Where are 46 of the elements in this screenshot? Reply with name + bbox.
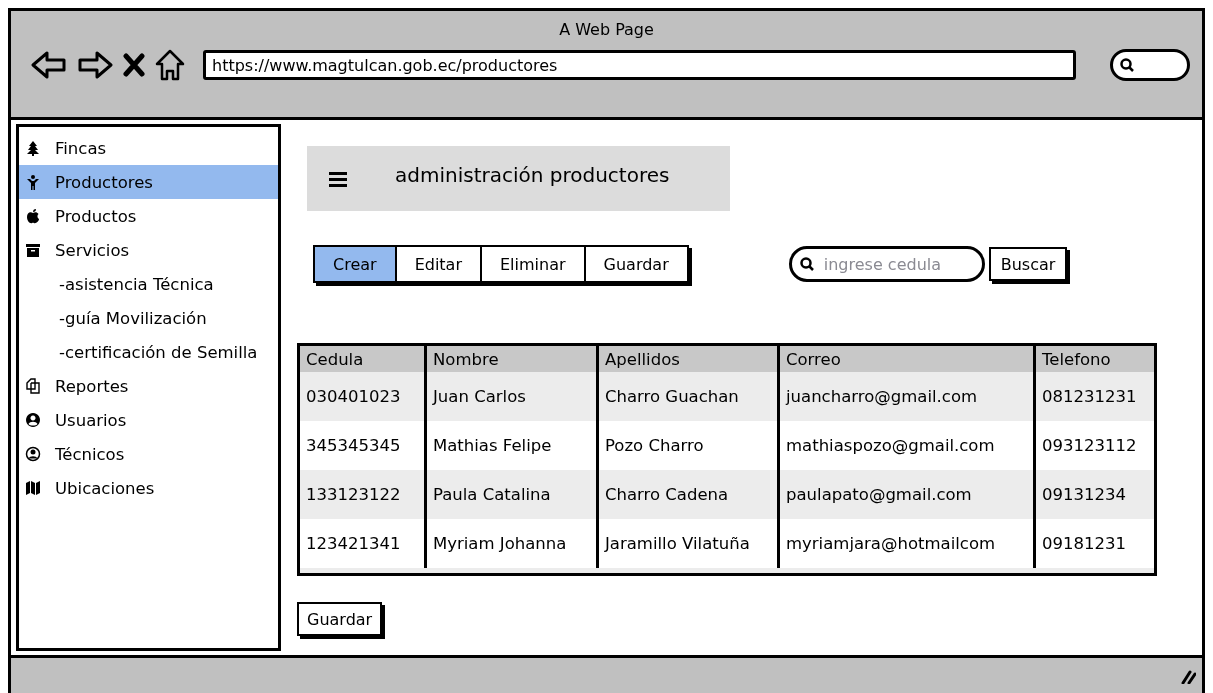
table-cell-text: 09131234: [1041, 484, 1127, 506]
documents-icon: [25, 378, 41, 394]
save-button[interactable]: Guardar: [297, 602, 383, 636]
table-cell: Charro Cadena: [599, 470, 780, 519]
close-icon[interactable]: [123, 53, 145, 77]
table-cell: paulapato@gmail.com: [780, 470, 1036, 519]
table-cell-text: 093123112: [1041, 435, 1138, 457]
table-cell: 030401023: [300, 372, 427, 421]
toolbar-button[interactable]: Crear: [315, 247, 397, 281]
search-field[interactable]: [1110, 49, 1190, 81]
table-cell: Juan Carlos: [427, 372, 599, 421]
sidebar-item[interactable]: Servicios: [19, 233, 278, 267]
forward-icon[interactable]: [77, 50, 113, 80]
sidebar-item[interactable]: Productores: [19, 165, 278, 199]
address-bar[interactable]: https://www.magtulcan.gob.ec/productores: [203, 50, 1076, 80]
sidebar-item[interactable]: Usuarios: [19, 403, 278, 437]
search-icon: [1119, 57, 1135, 73]
back-icon[interactable]: [31, 50, 67, 80]
sidebar-item[interactable]: Ubicaciones: [19, 471, 278, 505]
map-icon: [25, 480, 41, 496]
column-header: Telefono: [1041, 348, 1112, 371]
search-icon: [798, 256, 815, 272]
table-cell: Charro Guachan: [599, 372, 780, 421]
sidebar-item[interactable]: Técnicos: [19, 437, 278, 471]
home-icon[interactable]: [155, 49, 185, 81]
menu-icon[interactable]: [329, 170, 347, 187]
tree-icon: [25, 140, 41, 156]
person-icon: [25, 174, 41, 190]
table-cell-text: 09181231: [1041, 533, 1127, 555]
apple-icon: [25, 208, 41, 224]
table-cell: juancharro@gmail.com: [780, 372, 1036, 421]
sidebar-subitem[interactable]: -guía Movilización: [19, 301, 278, 335]
sidebar-item[interactable]: Fincas: [19, 131, 278, 165]
page-title: administración productores: [395, 162, 670, 187]
sidebar-item[interactable]: Reportes: [19, 369, 278, 403]
search-field[interactable]: ingrese cedula: [788, 246, 985, 282]
window-title: A Web Page: [559, 20, 654, 39]
sidebar-item[interactable]: Productos: [19, 199, 278, 233]
search-button[interactable]: Buscar: [988, 247, 1068, 281]
user-badge-icon: [25, 446, 41, 462]
table-cell: 133123122: [300, 470, 427, 519]
sidebar-subitem[interactable]: -asistencia Técnica: [19, 267, 278, 301]
archive-icon: [25, 242, 41, 258]
sidebar-subitem[interactable]: -certificación de Semilla: [19, 335, 278, 369]
table-cell: Paula Catalina: [427, 470, 599, 519]
table-cell-text: 081231231: [1041, 386, 1138, 408]
